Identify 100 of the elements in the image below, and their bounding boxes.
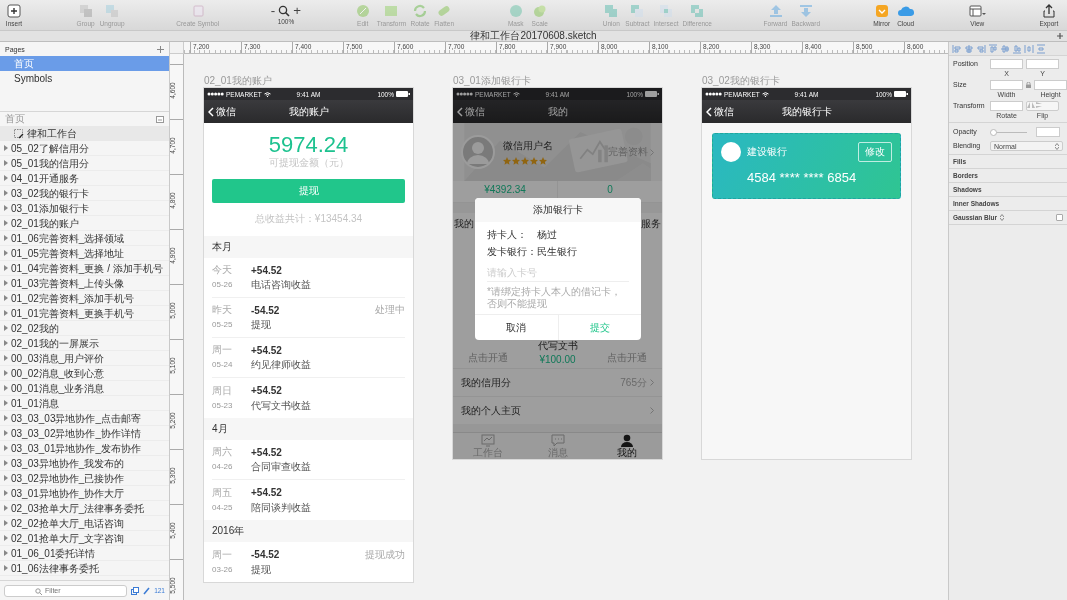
layer-item[interactable]: 03_01异地协作_协作大厅 <box>0 486 169 501</box>
layer-item[interactable]: 02_01我的账户 <box>0 216 169 231</box>
expand-triangle-icon[interactable] <box>4 460 8 466</box>
expand-triangle-icon[interactable] <box>4 265 8 271</box>
number-field[interactable] <box>990 101 1023 111</box>
cancel-button[interactable]: 取消 <box>475 315 558 340</box>
flip-horizontal-icon[interactable] <box>1027 102 1035 108</box>
menu-row[interactable]: 我的个人主页 <box>453 396 662 424</box>
copy-icon[interactable] <box>131 586 140 595</box>
expand-triangle-icon[interactable] <box>4 565 8 571</box>
layer-item[interactable]: 03_01添加银行卡 <box>0 201 169 216</box>
layer-item[interactable]: 03_03异地协作_我发布的 <box>0 456 169 471</box>
align-icon[interactable] <box>1024 43 1034 54</box>
expand-triangle-icon[interactable] <box>4 475 8 481</box>
expand-triangle-icon[interactable] <box>4 190 8 196</box>
expand-triangle-icon[interactable] <box>4 250 8 256</box>
expand-triangle-icon[interactable] <box>4 205 8 211</box>
layer-item[interactable]: 05_02了解信用分 <box>0 141 169 156</box>
layer-item[interactable]: 02_02我的 <box>0 321 169 336</box>
transaction-description: 合同审查收益 <box>251 459 312 474</box>
align-icon[interactable] <box>1000 43 1010 54</box>
expand-triangle-icon[interactable] <box>4 385 8 391</box>
zoom-out-button[interactable]: - <box>270 3 276 18</box>
add-page-icon[interactable] <box>157 45 164 53</box>
expand-triangle-icon[interactable] <box>4 490 8 496</box>
layer-item[interactable]: 03_03_03异地协作_点击邮寄 <box>0 411 169 426</box>
zoom-in-button[interactable]: + <box>293 3 302 18</box>
align-icon[interactable] <box>988 43 998 54</box>
flip-control[interactable] <box>1026 101 1059 111</box>
layer-item[interactable]: 03_03_01异地协作_发布协作 <box>0 441 169 456</box>
layer-item[interactable]: 02_01抢单大厅_文字咨询 <box>0 531 169 546</box>
layer-item[interactable]: 01_06完善资料_选择领域 <box>0 231 169 246</box>
layer-item[interactable]: 01_05完善资料_选择地址 <box>0 246 169 261</box>
expand-triangle-icon[interactable] <box>4 325 8 331</box>
align-icon[interactable] <box>952 43 962 54</box>
expand-triangle-icon[interactable] <box>4 310 8 316</box>
slider-thumb[interactable] <box>990 128 997 136</box>
layer-item[interactable]: 01_06_01委托详情 <box>0 546 169 561</box>
pen-icon[interactable] <box>143 586 151 595</box>
checkbox[interactable] <box>1056 214 1063 221</box>
lock-icon[interactable] <box>1026 82 1031 88</box>
layer-item[interactable]: 01_01消息 <box>0 396 169 411</box>
expand-triangle-icon[interactable] <box>4 535 8 541</box>
align-icon[interactable] <box>964 43 974 54</box>
layer-item[interactable]: 02_03抢单大厅_法律事务委托 <box>0 501 169 516</box>
expand-triangle-icon[interactable] <box>4 235 8 241</box>
expand-triangle-icon[interactable] <box>4 160 8 166</box>
artboard-group-item[interactable]: 律和工作台 <box>0 126 169 141</box>
opacity-slider[interactable] <box>990 128 1027 136</box>
layer-item[interactable]: 00_02消息_收到心意 <box>0 366 169 381</box>
expand-triangle-icon[interactable] <box>4 220 8 226</box>
expand-triangle-icon[interactable] <box>4 415 8 421</box>
align-icon[interactable] <box>1036 43 1046 54</box>
align-icon[interactable] <box>976 43 986 54</box>
number-field[interactable] <box>990 59 1023 69</box>
expand-triangle-icon[interactable] <box>4 370 8 376</box>
layer-item[interactable]: 05_01我的信用分 <box>0 156 169 171</box>
opacity-field[interactable] <box>1036 127 1060 137</box>
layer-item[interactable]: 01_01完善资料_更换手机号 <box>0 306 169 321</box>
layer-item[interactable]: 01_02完善资料_添加手机号 <box>0 291 169 306</box>
layer-item[interactable]: 02_01我的一屏展示 <box>0 336 169 351</box>
expand-triangle-icon[interactable] <box>4 145 8 151</box>
expand-triangle-icon[interactable] <box>4 340 8 346</box>
add-tab-icon[interactable] <box>1056 32 1064 40</box>
layer-item[interactable]: 02_02抢单大厅_电话咨询 <box>0 516 169 531</box>
layer-item[interactable]: 01_06法律事务委托 <box>0 561 169 576</box>
layer-item[interactable]: 04_01开通服务 <box>0 171 169 186</box>
page-item[interactable]: Symbols <box>0 71 169 86</box>
window-icon <box>968 3 987 19</box>
layer-item[interactable]: 03_03_02异地协作_协作详情 <box>0 426 169 441</box>
expand-triangle-icon[interactable] <box>4 520 8 526</box>
collapse-icon[interactable] <box>156 115 164 123</box>
layer-item[interactable]: 03_02我的银行卡 <box>0 186 169 201</box>
number-field[interactable] <box>1026 59 1059 69</box>
service-name: 代写文书 <box>537 339 578 353</box>
expand-triangle-icon[interactable] <box>4 280 8 286</box>
expand-triangle-icon[interactable] <box>4 355 8 361</box>
back-button[interactable]: 微信 <box>457 104 485 119</box>
expand-triangle-icon[interactable] <box>4 400 8 406</box>
layer-item[interactable]: 00_03消息_用户评价 <box>0 351 169 366</box>
layer-item[interactable]: 03_02异地协作_已接协作 <box>0 471 169 486</box>
layer-item[interactable]: 00_01消息_业务消息 <box>0 381 169 396</box>
back-button[interactable]: 微信 <box>706 104 734 119</box>
back-button[interactable]: 微信 <box>208 104 236 119</box>
number-field[interactable] <box>990 80 1023 90</box>
number-field[interactable] <box>1034 80 1067 90</box>
tab[interactable]: 我的 <box>592 433 662 459</box>
magnifier-icon[interactable] <box>278 4 291 17</box>
expand-triangle-icon[interactable] <box>4 505 8 511</box>
expand-triangle-icon[interactable] <box>4 445 8 451</box>
flip-vertical-icon[interactable] <box>1035 102 1043 108</box>
chevron-left-icon <box>208 106 214 117</box>
expand-triangle-icon[interactable] <box>4 430 8 436</box>
expand-triangle-icon[interactable] <box>4 295 8 301</box>
align-icon[interactable] <box>1012 43 1022 54</box>
expand-triangle-icon[interactable] <box>4 175 8 181</box>
layer-item[interactable]: 01_03完善资料_上传头像 <box>0 276 169 291</box>
section-link[interactable]: 服务 <box>641 217 661 231</box>
expand-triangle-icon[interactable] <box>4 550 8 556</box>
layer-item[interactable]: 01_04完善资料_更换 / 添加手机号 <box>0 261 169 276</box>
